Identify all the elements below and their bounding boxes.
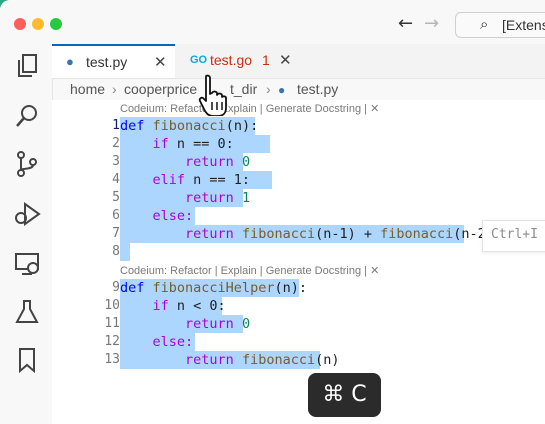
line-number: 2 (112, 136, 120, 151)
search-icon: ⌕ (480, 15, 489, 33)
breadcrumb-cooperprice[interactable]: cooperprice (124, 81, 197, 97)
line-number: 1 (112, 118, 120, 133)
explorer-icon[interactable] (13, 52, 41, 80)
python-icon: ● (66, 54, 74, 69)
code-line: return fibonacci(n-1) + fibonacci(n-2) (185, 226, 494, 242)
title-bar: ← → ⌕ [Extens (0, 0, 545, 44)
codeium-codelens[interactable]: Codeium: Refactor | Explain | Generate D… (120, 102, 379, 115)
minimize-window-button[interactable] (32, 18, 44, 30)
code-line: if n == 0: (152, 136, 234, 152)
code-line: return 0 (185, 154, 251, 170)
line-number: 3 (112, 154, 120, 169)
tab-label: test.go (210, 52, 253, 68)
selection-highlight (120, 243, 130, 261)
run-debug-icon[interactable] (13, 200, 41, 228)
activity-bar (0, 44, 53, 424)
close-tab-icon[interactable]: ✕ (154, 53, 167, 71)
vscode-window: ← → ⌕ [Extens ● test.py ✕ GO test.go 1 ✕… (0, 0, 545, 424)
close-tab-icon[interactable]: ✕ (279, 51, 292, 69)
search-text: [Extens (502, 17, 545, 33)
tab-test-go[interactable]: GO test.go 1 ✕ (176, 44, 300, 78)
line-number: 5 (112, 190, 120, 205)
line-number: 6 (112, 208, 120, 223)
codeium-codelens[interactable]: Codeium: Refactor | Explain | Generate D… (120, 264, 379, 277)
breadcrumb-dir[interactable]: t_dir (230, 81, 257, 97)
go-icon: GO (190, 54, 208, 66)
forward-arrow-icon[interactable]: → (424, 13, 439, 34)
line-number: 12 (104, 334, 120, 349)
tab-label: test.py (86, 54, 128, 70)
testing-flask-icon[interactable] (13, 298, 41, 326)
breadcrumb-file[interactable]: test.py (297, 81, 338, 97)
code-line: if n < 0: (152, 298, 226, 314)
breadcrumb-home[interactable]: home (70, 81, 105, 97)
code-line: return fibonacci(n) (185, 352, 340, 368)
code-line: def fibonacci(n): (120, 118, 259, 134)
chevron-right-icon: › (112, 81, 117, 97)
code-line: return 1 (185, 190, 251, 206)
line-number: 11 (104, 316, 120, 331)
line-number: 9 (112, 280, 120, 295)
hand-pointer-icon (198, 74, 227, 116)
code-editor[interactable]: Codeium: Refactor | Explain | Generate D… (52, 100, 545, 424)
back-arrow-icon[interactable]: ← (398, 13, 413, 34)
close-window-button[interactable] (14, 18, 26, 30)
code-line: elif n == 1: (152, 172, 251, 188)
python-icon: ● (278, 83, 286, 97)
line-number: 10 (104, 298, 120, 313)
command-center-search[interactable]: ⌕ [Extens (455, 12, 545, 38)
code-line: return 0 (185, 316, 251, 332)
line-number: 4 (112, 172, 120, 187)
inline-chat-hint[interactable]: Ctrl+I ( (482, 220, 545, 252)
editor-tabs: ● test.py ✕ GO test.go 1 ✕ (52, 44, 545, 79)
remote-explorer-icon[interactable] (13, 250, 41, 278)
bookmark-icon[interactable] (13, 346, 41, 374)
line-number: 8 (112, 244, 120, 259)
source-control-icon[interactable] (13, 150, 41, 178)
search-view-icon[interactable] (13, 102, 41, 130)
code-line: else: (152, 208, 194, 224)
keystroke-overlay: ⌘ C (308, 373, 381, 417)
zoom-window-button[interactable] (50, 18, 62, 30)
line-number: 13 (104, 352, 120, 367)
problem-count-badge: 1 (262, 52, 270, 68)
tab-test-py[interactable]: ● test.py ✕ (52, 44, 175, 78)
chevron-right-icon: › (266, 81, 271, 97)
code-line: else: (152, 334, 194, 350)
code-line: def fibonacciHelper(n): (120, 280, 307, 296)
inline-chat-hint-text: Ctrl+I ( (491, 227, 545, 242)
line-number: 7 (112, 226, 120, 241)
